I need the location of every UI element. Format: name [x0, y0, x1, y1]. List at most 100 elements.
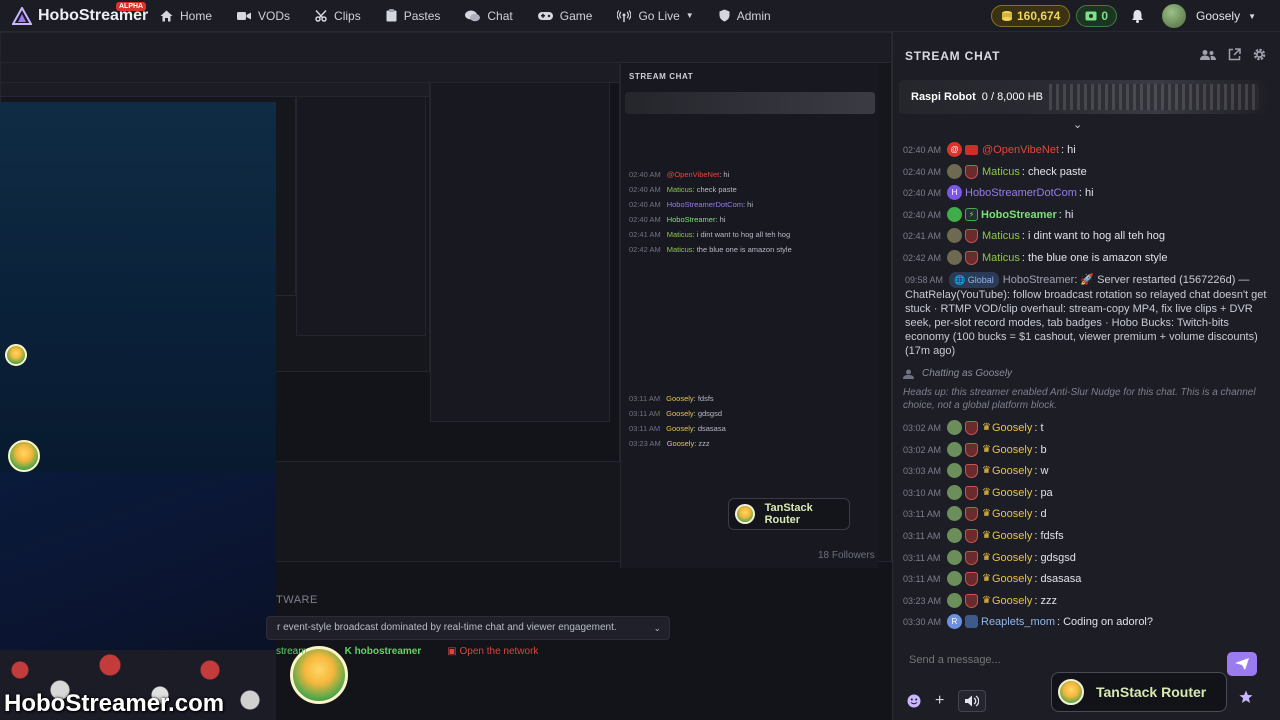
nav-game[interactable]: Game — [537, 9, 592, 23]
chat-icon — [465, 10, 481, 21]
message-user[interactable]: Maticus — [982, 230, 1020, 242]
message-user[interactable]: Goosely — [992, 508, 1032, 520]
brand[interactable]: HoboStreamer ALPHA — [12, 1, 160, 25]
user-avatar-icon — [947, 442, 962, 457]
star-icon[interactable] — [1239, 690, 1253, 704]
popout-icon[interactable] — [1228, 48, 1241, 66]
crown-icon: ♛ — [982, 595, 991, 606]
message-time: 02:40 AM — [903, 187, 942, 198]
message-user[interactable]: Goosely — [992, 552, 1032, 564]
nav-chat[interactable]: Chat — [465, 9, 513, 23]
nav-home[interactable]: Home — [160, 9, 212, 23]
nested-navbar — [1, 33, 891, 63]
message-time: 03:23 AM — [903, 595, 942, 606]
message-text: : i dint want to hog all teh hog — [1021, 229, 1166, 242]
mod-shield-icon — [965, 550, 978, 565]
chat-message: 02:40 AM H HoboStreamerDotCom : hi — [903, 185, 1094, 200]
nav-clips-label: Clips — [334, 8, 361, 23]
message-user[interactable]: Goosely — [992, 487, 1032, 499]
cash-balance[interactable]: 0 — [1076, 5, 1118, 27]
nested-navbar — [1, 83, 429, 97]
coin-stack-icon — [1001, 11, 1012, 21]
message-user[interactable]: Goosely — [992, 444, 1032, 456]
message-user[interactable]: HoboStreamerDotCom — [965, 187, 1077, 199]
tag-hobostreamer[interactable]: K hobostreamer — [345, 646, 422, 657]
system-user[interactable]: HoboStreamer — [1003, 274, 1075, 286]
message-user[interactable]: Goosely — [992, 465, 1032, 477]
tanstack-devtools-badge[interactable]: TanStack Router — [1051, 672, 1227, 712]
chat-message: 03:11 AM ♛ Goosely : fdsfs — [903, 528, 1064, 543]
chevron-down-icon[interactable]: ⌄ — [653, 623, 661, 634]
tanstack-label: TanStack Router — [1096, 684, 1207, 700]
message-user[interactable]: HoboStreamer — [981, 209, 1057, 221]
message-user[interactable]: Goosely — [992, 422, 1032, 434]
message-user[interactable]: Maticus — [982, 166, 1020, 178]
message-time: 02:40 AM — [903, 144, 942, 155]
mini-chat-preview: STREAM CHAT 02:40 AM @OpenVibeNet: hi 02:… — [620, 64, 878, 568]
stream-description-box[interactable]: r event-style broadcast dominated by rea… — [266, 616, 670, 640]
nav-vods-label: VODs — [258, 8, 291, 23]
message-text: : hi — [1058, 208, 1074, 221]
nav-admin[interactable]: Admin — [719, 9, 771, 23]
nav-vods[interactable]: VODs — [237, 9, 290, 23]
robot-banner[interactable]: Raspi Robot 0 / 8,000 HB — [899, 80, 1267, 114]
nav-clips[interactable]: Clips — [315, 9, 361, 23]
user-avatar[interactable] — [1162, 4, 1187, 28]
message-text: : check paste — [1021, 165, 1087, 178]
message-user[interactable]: Goosely — [992, 573, 1032, 585]
nav-pastes[interactable]: Pastes — [386, 9, 440, 23]
user-name[interactable]: Goosely — [1196, 9, 1240, 23]
sound-toggle-button[interactable] — [958, 690, 987, 712]
nav-links: Home VODs Clips Pastes Chat Game Go Live… — [160, 9, 796, 23]
tag-network[interactable]: ▣ Open the network — [447, 646, 538, 657]
paper-plane-icon — [1235, 658, 1249, 670]
chat-message: 03:03 AM ♛ Goosely : w — [903, 463, 1048, 478]
mini-robot-banner — [625, 92, 875, 114]
message-user[interactable]: Reaplets_mom — [981, 616, 1055, 628]
hobo-badge-icon — [947, 207, 962, 222]
mod-shield-icon — [965, 228, 978, 243]
emoji-icon[interactable] — [907, 694, 921, 708]
crown-icon: ♛ — [982, 487, 991, 498]
shield-icon — [719, 9, 730, 22]
tag-partial[interactable]: stream — [276, 646, 307, 657]
user-avatar-icon — [947, 506, 962, 521]
chevron-down-icon[interactable]: ▼ — [1248, 12, 1256, 21]
crown-icon: ♛ — [982, 444, 991, 455]
stream-video[interactable]: STREAM CHAT 02:40 AM @OpenVibeNet: hi 02:… — [0, 32, 892, 720]
message-user[interactable]: Maticus — [982, 252, 1020, 264]
tanstack-devtools-badge-nested: TanStack Router — [728, 498, 850, 530]
chat-message: 02:40 AM ⚡ HoboStreamer : hi — [903, 207, 1073, 222]
user-avatar-icon — [947, 485, 962, 500]
message-text: : b — [1034, 443, 1047, 456]
message-user[interactable]: @OpenVibeNet — [982, 144, 1059, 156]
plus-icon[interactable]: + — [935, 692, 944, 710]
user-badge-icon: @ — [947, 142, 962, 157]
users-icon[interactable] — [1200, 48, 1216, 66]
message-time: 03:11 AM — [903, 508, 941, 519]
nested-chat-4 — [296, 96, 426, 336]
cash-icon — [1085, 11, 1097, 21]
bell-icon[interactable] — [1131, 9, 1144, 23]
coins-balance[interactable]: 160,674 — [990, 5, 1071, 27]
mod-shield-icon — [965, 442, 978, 457]
tanstack-logo-icon — [735, 504, 755, 524]
mod-shield-icon — [965, 485, 978, 500]
message-time: 03:11 AM — [903, 573, 941, 584]
message-text: : Coding on adorol? — [1056, 615, 1153, 628]
message-text: : zzz — [1034, 594, 1057, 607]
message-user[interactable]: Goosely — [992, 595, 1032, 607]
user-avatar-icon — [947, 528, 962, 543]
chat-message-input[interactable] — [899, 646, 1231, 674]
chevron-down-icon[interactable]: ⌄ — [1073, 118, 1082, 131]
message-user[interactable]: Goosely — [992, 530, 1032, 542]
message-text: : fdsfs — [1034, 529, 1064, 542]
user-avatar-icon — [947, 228, 962, 243]
chat-messages-goosely: 03:02 AM ♛ Goosely : t 03:02 AM ♛ Goosel… — [893, 416, 1280, 636]
message-text: : hi — [1061, 143, 1076, 156]
chat-message: 03:10 AM ♛ Goosely : pa — [903, 485, 1053, 500]
gear-icon[interactable] — [1253, 48, 1266, 66]
user-avatar-icon — [947, 164, 962, 179]
nav-go-live[interactable]: Go Live ▼ — [617, 9, 694, 23]
send-button[interactable] — [1227, 652, 1257, 676]
